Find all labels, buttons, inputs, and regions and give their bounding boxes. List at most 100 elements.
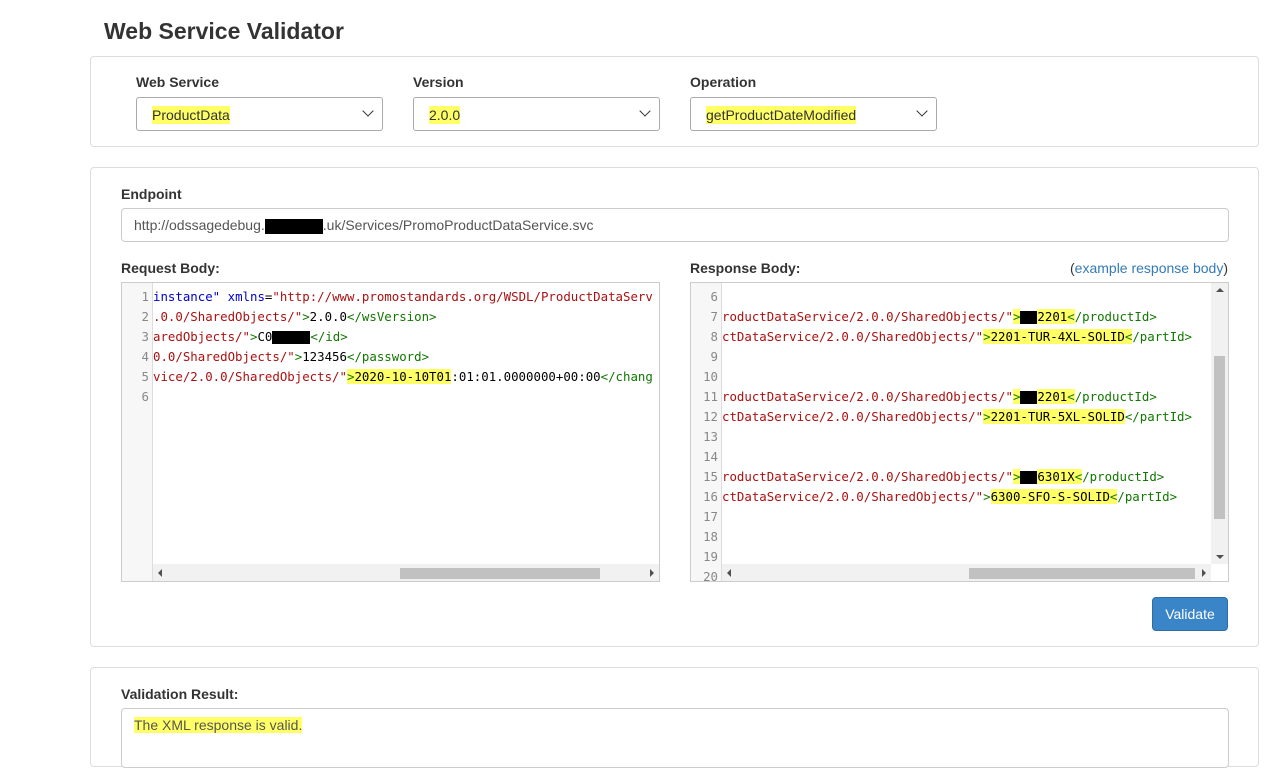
line-number: 5 (141, 369, 149, 384)
line-number: 1 (141, 289, 149, 304)
line-number: 17 (703, 509, 718, 524)
code-token: 2.0.0 (309, 309, 347, 324)
code-token: roductDataService/2.0.0/SharedObjects/" (722, 309, 1013, 324)
code-token: > (983, 489, 991, 504)
code-text: ctDataService/2.0.0/SharedObjects/">2201… (722, 407, 1192, 427)
code-line: 13 (691, 427, 1211, 447)
code-line: 15 roductDataService/2.0.0/SharedObjects/… (691, 467, 1211, 487)
line-number: 6 (141, 389, 149, 404)
code-text: ctDataService/2.0.0/SharedObjects/">2201… (722, 327, 1192, 347)
scroll-up-icon[interactable] (1216, 288, 1224, 292)
version-label: Version (413, 74, 464, 90)
horizontal-scrollbar[interactable] (153, 564, 659, 581)
endpoint-input[interactable]: http://odssagedebug. .uk/Services/PromoPr… (121, 208, 1229, 242)
chevron-down-icon (916, 105, 928, 117)
code-line: 6 (122, 387, 659, 407)
line-number: 16 (703, 489, 718, 504)
scroll-left-icon[interactable] (727, 569, 731, 577)
code-token: 6300-SFO-S-SOLID (990, 489, 1110, 504)
code-line: 11 roductDataService/2.0.0/SharedObjects/… (691, 387, 1211, 407)
redacted-block (1020, 471, 1038, 484)
line-number: 20 (703, 569, 718, 581)
line-number: 14 (703, 449, 718, 464)
line-number: 2 (141, 309, 149, 324)
scrollbar-thumb[interactable] (400, 568, 600, 579)
validate-button[interactable]: Validate (1152, 597, 1228, 631)
response-body-editor[interactable]: 6 7 roductDataService/2.0.0/SharedObjects/… (690, 282, 1229, 582)
code-token: roductDataService/2.0.0/SharedObjects/" (722, 469, 1013, 484)
redacted-block (272, 331, 311, 344)
service-selection-panel: Web Service ProductData Version 2.0.0 Op… (90, 56, 1259, 147)
horizontal-scrollbar[interactable] (722, 564, 1211, 581)
scroll-down-icon[interactable] (1216, 555, 1224, 559)
code-line: 10 (691, 367, 1211, 387)
code-token: 6301X (1037, 469, 1075, 484)
code-token: /partId> (1132, 329, 1192, 344)
code-token: > (983, 409, 991, 424)
code-token: 2201 (1037, 389, 1068, 404)
code-token: < (1067, 309, 1075, 324)
version-value: 2.0.0 (429, 106, 461, 124)
version-select[interactable]: 2.0.0 (413, 97, 660, 131)
code-token: /productId> (1082, 469, 1165, 484)
line-number: 18 (703, 529, 718, 544)
code-line: 4 0.0/SharedObjects/">123456</password> (122, 347, 659, 367)
request-body-editor[interactable]: 1 instance" xmlns="http://www.promostanda… (121, 282, 660, 582)
code-text: roductDataService/2.0.0/SharedObjects/">… (722, 307, 1157, 327)
validation-result-box: The XML response is valid. (121, 708, 1229, 768)
chevron-down-icon (639, 105, 651, 117)
example-response-link[interactable]: example response body (1075, 260, 1224, 276)
line-number: 19 (703, 549, 718, 564)
code-token: ctDataService/2.0.0/SharedObjects/" (722, 329, 984, 344)
web-service-label: Web Service (136, 74, 220, 90)
validation-result-label: Validation Result: (121, 686, 239, 702)
code-token: 2201 (1037, 309, 1068, 324)
code-token: ctDataService/2.0.0/SharedObjects/" (722, 409, 984, 424)
code-token: vice/2.0.0/SharedObjects/" (153, 369, 347, 384)
line-number: 13 (703, 429, 718, 444)
response-body-label: Response Body: (690, 260, 801, 276)
vertical-scrollbar[interactable] (1211, 283, 1228, 564)
endpoint-suffix: .uk/Services/PromoProductDataService.svc (322, 217, 594, 233)
code-token: </chang (600, 369, 653, 384)
code-line: 18 (691, 527, 1211, 547)
scroll-left-icon[interactable] (158, 569, 162, 577)
request-body-label: Request Body: (121, 260, 220, 276)
code-line: 8 ctDataService/2.0.0/SharedObjects/">220… (691, 327, 1211, 347)
operation-select[interactable]: getProductDateModified (690, 97, 937, 131)
scrollbar-thumb[interactable] (1214, 356, 1225, 519)
operation-label: Operation (690, 74, 757, 90)
code-line: 12 ctDataService/2.0.0/SharedObjects/">22… (691, 407, 1211, 427)
code-token: .0.0/SharedObjects/" (153, 309, 303, 324)
code-token: </id> (310, 329, 348, 344)
scroll-right-icon[interactable] (1202, 569, 1206, 577)
code-token: xmlns (227, 289, 265, 304)
code-token: </partId> (1124, 409, 1192, 424)
redacted-block (1020, 391, 1038, 404)
code-line: 2 .0.0/SharedObjects/">2.0.0</wsVersion> (122, 307, 659, 327)
redacted-block (1020, 311, 1038, 324)
scroll-right-icon[interactable] (650, 569, 654, 577)
code-token: </wsVersion> (346, 309, 437, 324)
code-token: "http://www.promostandards.org/WSDL/Prod… (272, 289, 653, 304)
code-token: :01:01.0000000+00:00 (451, 369, 601, 384)
code-line: 5 vice/2.0.0/SharedObjects/">2020-10-10T0… (122, 367, 659, 387)
scrollbar-thumb[interactable] (969, 568, 1195, 579)
line-number: 8 (710, 329, 718, 344)
endpoint-prefix: http://odssagedebug. (134, 217, 265, 233)
code-line: 6 (691, 287, 1211, 307)
example-response-link-wrapper: (example response body) (1070, 260, 1228, 276)
code-token: 2201-TUR-5XL-SOLID (990, 409, 1125, 424)
line-number: 4 (141, 349, 149, 364)
endpoint-label: Endpoint (121, 186, 182, 202)
code-line: 3 aredObjects/">C0 </id> (122, 327, 659, 347)
code-token: roductDataService/2.0.0/SharedObjects/" (722, 389, 1013, 404)
code-text: aredObjects/">C0 </id> (153, 327, 348, 347)
code-text: .0.0/SharedObjects/">2.0.0</wsVersion> (153, 307, 437, 327)
line-number: 12 (703, 409, 718, 424)
code-token: 2201-TUR-4XL-SOLID (990, 329, 1125, 344)
code-text: instance" xmlns="http://www.promostandar… (153, 287, 653, 307)
web-service-select[interactable]: ProductData (136, 97, 383, 131)
line-number: 10 (703, 369, 718, 384)
code-text: ctDataService/2.0.0/SharedObjects/">6300… (722, 487, 1177, 507)
